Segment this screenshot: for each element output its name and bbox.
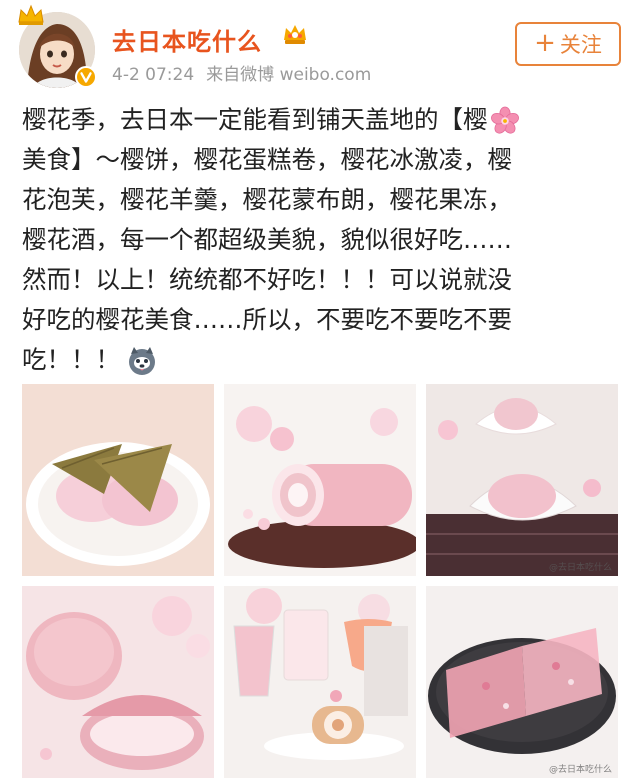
- plus-icon: +: [534, 28, 556, 58]
- follow-label: 关注: [559, 33, 602, 57]
- post-line: 然而！以上！统统都不好吃！！！可以说就没: [22, 265, 512, 294]
- post-line: 美食】～樱饼，樱花蛋糕卷，樱花冰激凌，樱: [22, 145, 512, 174]
- image-grid: @去日本吃什么 @去日本吃什么: [22, 384, 618, 778]
- image-sakura-cream-puff[interactable]: [22, 586, 214, 778]
- post-line: 吃！！！: [22, 340, 622, 380]
- author-name[interactable]: 去日本吃什么: [112, 22, 262, 57]
- follow-button[interactable]: + 关注: [515, 22, 621, 66]
- post-line: 好吃的樱花美食……所以，不要吃不要吃不要: [22, 305, 512, 334]
- image-sakura-jelly[interactable]: @去日本吃什么: [426, 586, 618, 778]
- post-time: 4-2 07:24: [112, 65, 195, 85]
- crown-icon: [18, 4, 44, 25]
- cherry-blossom-emoji-icon: [490, 106, 519, 134]
- post-line: 花泡芙，樱花羊羹，樱花蒙布朗，樱花果冻，: [22, 185, 512, 214]
- image-sakura-mochi[interactable]: [22, 384, 214, 576]
- vip-crown-icon[interactable]: [282, 22, 308, 46]
- watermark: @去日本吃什么: [548, 563, 612, 573]
- watermark: @去日本吃什么: [548, 765, 612, 775]
- image-sakura-drinks[interactable]: [224, 586, 416, 778]
- post-header: 去日本吃什么 4-2 07:24 来自微博 weibo.com + 关注: [0, 0, 640, 92]
- post-meta: 4-2 07:24 来自微博 weibo.com: [112, 60, 383, 85]
- post-source[interactable]: 来自微博 weibo.com: [206, 65, 371, 85]
- image-sakura-ice-cream[interactable]: @去日本吃什么: [426, 384, 618, 576]
- post-text: 樱花季，去日本一定能看到铺天盖地的【樱 美食】～樱饼，樱花蛋糕卷，樱花冰激凌，樱…: [22, 100, 622, 380]
- husky-emoji-icon: [129, 347, 155, 375]
- verified-v-icon: [75, 66, 97, 88]
- avatar[interactable]: [18, 4, 97, 88]
- post-line: 樱花酒，每一个都超级美貌，貌似很好吃……: [22, 225, 512, 254]
- image-sakura-roll-cake[interactable]: [224, 384, 416, 576]
- post-line: 樱花季，去日本一定能看到铺天盖地的【樱: [22, 100, 622, 140]
